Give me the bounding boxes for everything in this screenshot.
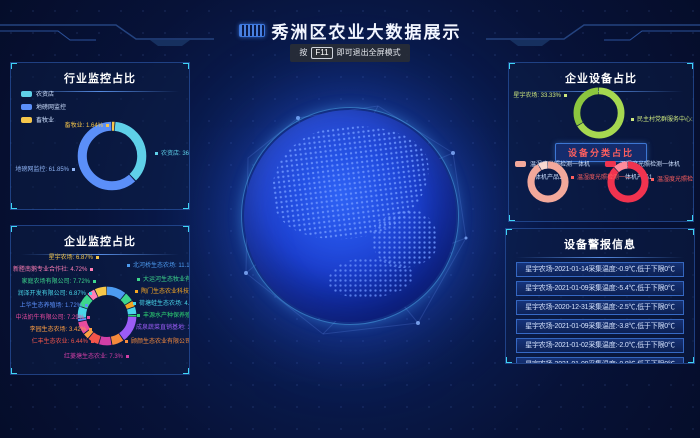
alarm-list-item[interactable]: 星宇农场-2021-01-09采集温度:-3.8℃,低于下限0℃	[516, 319, 684, 334]
title-divider	[516, 257, 684, 258]
chart-callout: 地磅网监控: 61.85%	[13, 167, 75, 174]
chart-callout: 红菱塘生态农业: 7.3%	[41, 354, 129, 361]
legend-label: 地磅网监控	[36, 102, 66, 111]
chart-callout: 润泽开发有限公司: 6.87%	[13, 291, 92, 298]
donut-segment	[611, 165, 645, 199]
legend-label: 农资店	[36, 89, 54, 98]
legend-swatch	[515, 161, 526, 167]
panel-title: 行业监控占比	[11, 63, 189, 86]
panel-device-alarms: 设备警报信息 星宇农场-2021-01-14采集温度:-0.9℃,低于下限0℃ …	[505, 228, 695, 364]
classification-left-donut-chart[interactable]	[527, 161, 569, 203]
chart-callout: 温湿度光照检测一—	[571, 175, 631, 182]
legend-item[interactable]: 地磅网监控	[21, 102, 66, 111]
globe-visualization	[228, 98, 472, 342]
alarm-list-item[interactable]: 星宇农场-2021-01-14采集温度:-0.9℃,低于下限0℃	[516, 262, 684, 277]
chart-callout: 家庭农场有限公司: 7.72%	[13, 279, 96, 286]
chart-callout: 丰源水产种保养殖场: 1.	[137, 313, 190, 320]
f11-key-badge: F11	[311, 47, 332, 59]
classification-right-donut-chart[interactable]	[607, 161, 649, 203]
legend-swatch	[21, 117, 32, 123]
alarm-list-item[interactable]: 星宇农场-2020-12-31采集温度:-2.5℃,低于下限0℃	[516, 300, 684, 315]
tooltip-suffix: 即可退出全屏模式	[337, 47, 401, 58]
chart-callout: 民主村党群服务中心:	[631, 117, 693, 124]
legend-swatch	[21, 104, 32, 110]
legend-item[interactable]: 农资店	[21, 89, 66, 98]
alarm-list-item[interactable]: 星宇农场-2021-01-09采集温度:-5.4℃,低于下限0℃	[516, 281, 684, 296]
donut-segment	[531, 165, 565, 199]
panel-title: 企业监控占比	[11, 226, 189, 249]
panel-enterprise-monitor-ratio: 企业监控占比 星宇农场: 6.87% 新塍南鹅专业合作社: 4.72% 家庭农场…	[10, 225, 190, 375]
chart-callout: 成泉蔬菜直销基地: 15.02%	[130, 325, 190, 332]
chart-callout: 温湿度光照检测一—	[651, 177, 694, 184]
chart-callout: 农资店: 36.51%	[155, 151, 190, 158]
industry-donut-chart[interactable]	[77, 121, 147, 191]
chart-callout: 北河桥生态农场: 11.16%	[127, 263, 190, 270]
page-header: 秀洲区农业大数据展示	[0, 18, 700, 43]
chart-callout: 星宇农场: 33.33%	[511, 93, 567, 100]
chart-callout: 陶门生态农业科技有限公	[135, 289, 190, 296]
chart-callout: 畜牧业: 1.64%	[15, 123, 109, 130]
tooltip-prefix: 按	[299, 47, 307, 58]
chart-callout: 新塍南鹅专业合作社: 4.72%	[13, 267, 93, 274]
panel-title: 设备警报信息	[506, 229, 694, 252]
chart-callout: 李园生态农场: 3.42%	[13, 327, 92, 334]
fullscreen-tooltip: 按 F11 即可退出全屏模式	[0, 42, 700, 62]
chart-callout: 星宇农场: 6.87%	[13, 255, 99, 262]
chart-callout: 荷塘蛙生态农场: 4.29	[133, 301, 190, 308]
chart-callout: 中法奶牛有限公司: 7.29%	[13, 315, 90, 322]
alarm-list-item[interactable]: 星宇农场-2021-01-02采集温度:-2.0℃,低于下限0℃	[516, 338, 684, 353]
chart-callout: 仁丰生态农业: 6.44%	[13, 339, 94, 346]
panel-title: 企业设备占比	[509, 63, 693, 86]
chart-callout: 大运河生态牧业有限责任公	[137, 277, 190, 284]
alarm-list-item[interactable]: 星宇农场-2021-01-09采集温度:-0.9℃,低于下限0℃	[516, 357, 684, 364]
brand-logo-icon	[239, 24, 265, 37]
device-donut-chart[interactable]	[573, 87, 625, 139]
panel-industry-monitor-ratio: 行业监控占比 农资店 地磅网监控 畜牧业 畜牧业: 1.64% 农资店: 36.…	[10, 62, 190, 210]
chart-callout: 顾颜生态农业有限公司: 6.87	[125, 339, 190, 346]
legend-swatch	[21, 91, 32, 97]
chart-callout: 上华生态养殖场: 1.72%	[13, 303, 88, 310]
page-title: 秀洲区农业大数据展示	[272, 18, 462, 43]
panel-device-ratio: 企业设备占比 星宇农场: 33.33% 民主村党群服务中心: 设备分类占比 温湿…	[508, 62, 694, 222]
globe-rim	[241, 107, 459, 325]
